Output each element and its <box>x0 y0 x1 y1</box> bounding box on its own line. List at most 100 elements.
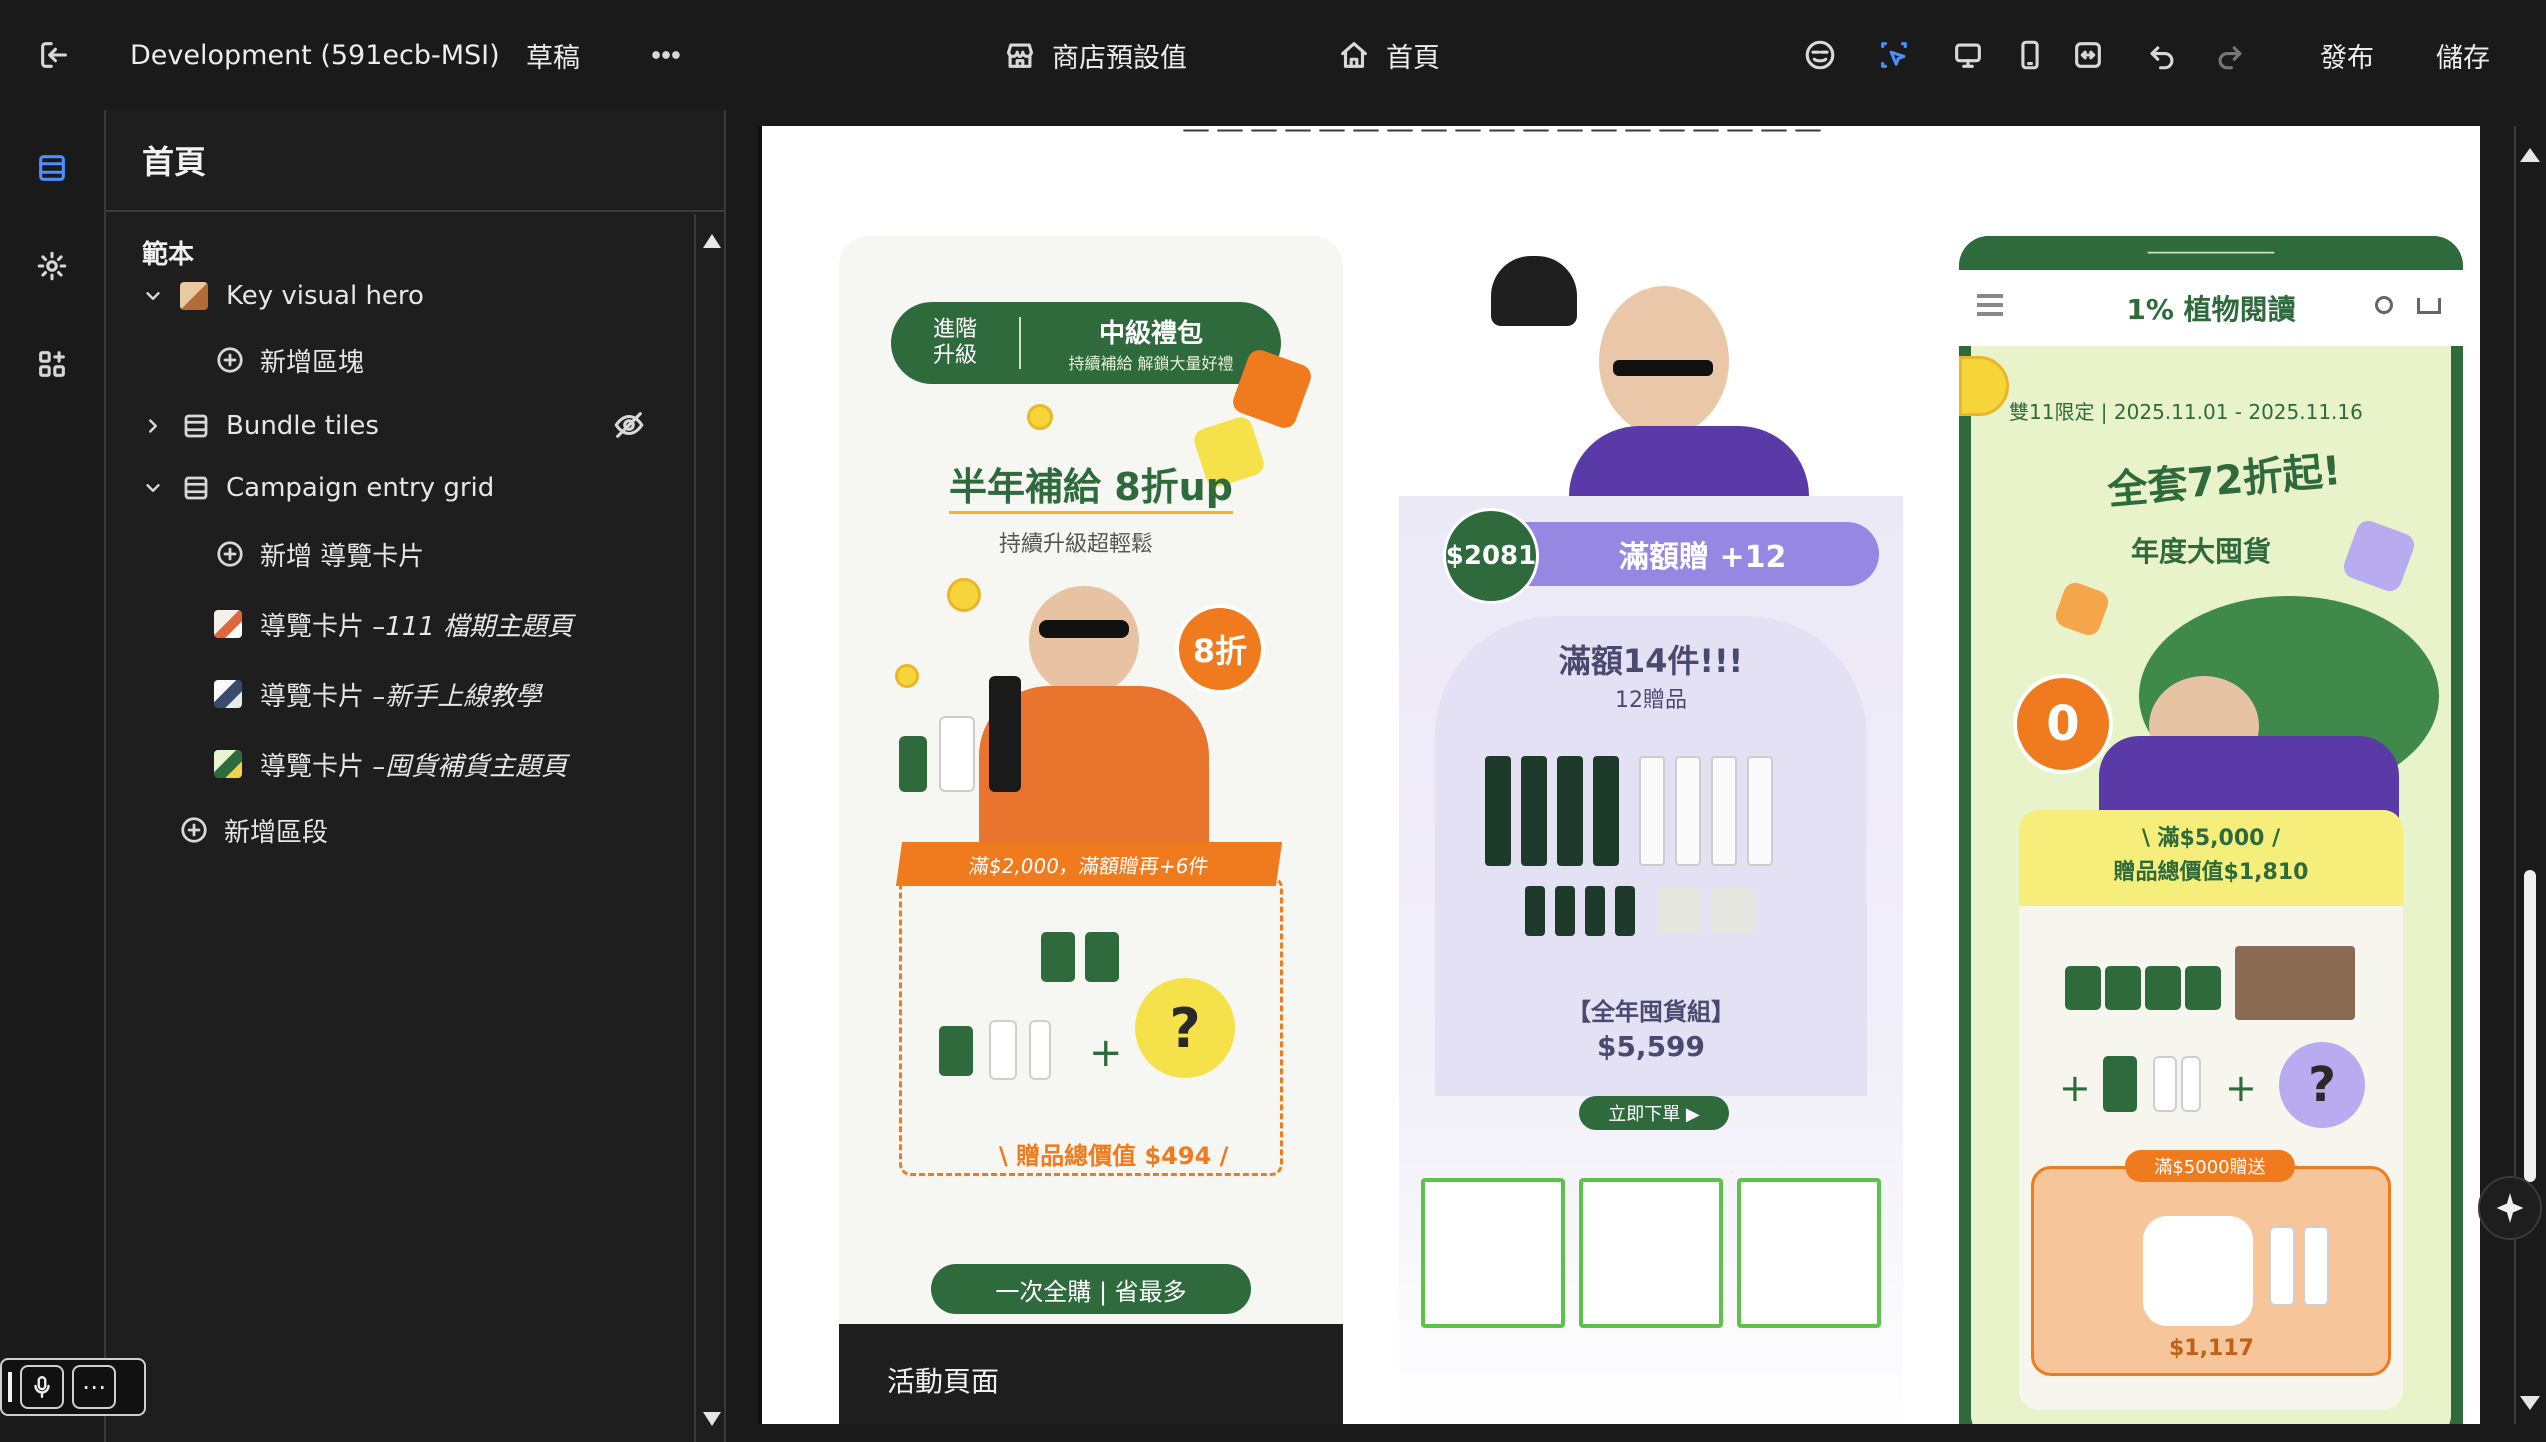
product-bottle <box>1747 756 1773 866</box>
section-icon <box>180 410 212 442</box>
sidebar-title: 首頁 <box>142 143 207 181</box>
desktop-icon <box>1948 35 1988 75</box>
sidebar-scrollbar[interactable] <box>694 214 726 1442</box>
product-pack <box>1657 888 1701 934</box>
gift-appliance <box>2143 1216 2253 1326</box>
status-text: 草稿 <box>526 42 580 74</box>
chevron-down-icon[interactable] <box>138 281 168 311</box>
redo-button[interactable] <box>2210 35 2250 75</box>
card1-cta[interactable]: 一次全購 | 省最多 <box>931 1264 1251 1314</box>
product-bottle <box>1615 886 1635 936</box>
tree-item-nav-card-111[interactable]: 導覽卡片 – 111 檔期主題頁 <box>214 598 573 650</box>
discount-badge: 8折 <box>1175 604 1265 694</box>
save-button[interactable]: 儲存 <box>2436 35 2490 75</box>
settings-tab[interactable] <box>30 244 74 288</box>
desktop-view-button[interactable] <box>1948 35 1988 75</box>
mystery-gift: ? <box>1135 978 1235 1078</box>
sunglasses <box>1039 620 1129 638</box>
product-bottle <box>1711 756 1737 866</box>
status-badge: 草稿 <box>526 35 580 75</box>
bundle-tile <box>1579 1178 1723 1328</box>
tree-item-bundle-tiles[interactable]: Bundle tiles <box>138 400 698 452</box>
preview-canvas[interactable]: ——————————————————— 進階 升級 中級禮包 持續補給 解鎖大量… <box>758 126 2480 1424</box>
inspector-button[interactable] <box>1800 35 1840 75</box>
tree-item-label: 新手上線教學 <box>385 681 542 712</box>
gift-pack <box>1085 932 1119 982</box>
product-bottle <box>1593 756 1619 866</box>
more-menu-button[interactable] <box>646 35 686 75</box>
bonus-price: $1,117 <box>2169 1336 2254 1361</box>
tree-item-label: 新增區塊 <box>260 347 365 378</box>
chevron-right-icon[interactable] <box>138 411 168 441</box>
product-bottle <box>899 736 927 792</box>
save-label: 儲存 <box>2436 42 2490 74</box>
microphone-button[interactable] <box>20 1365 64 1409</box>
exit-button[interactable] <box>34 35 74 75</box>
card3-gift-header: \ 滿$5,000 / 贈品總價值$1,810 <box>2019 810 2403 906</box>
card1-caption-text: 活動頁面 <box>887 1365 1000 1398</box>
tree-item-key-visual-hero[interactable]: Key visual hero <box>138 270 424 322</box>
campaign-card-1[interactable]: 進階 升級 中級禮包 持續補給 解鎖大量好禮 半年補給 8折up 持續升級超輕鬆… <box>839 236 1343 1424</box>
redo-icon <box>2210 35 2250 75</box>
model-head <box>1029 586 1139 696</box>
mobile-view-button[interactable] <box>2010 35 2050 75</box>
bundle-tile <box>1421 1178 1565 1328</box>
voice-toolbar: ⋯ <box>0 1358 146 1416</box>
card2-coin: $2081 <box>1443 508 1539 604</box>
icon-rail <box>0 110 104 1442</box>
toolbar-more-button[interactable]: ⋯ <box>72 1365 116 1409</box>
fullscreen-button[interactable] <box>2068 35 2108 75</box>
store-icon <box>1000 35 1040 75</box>
zero-badge: 0 <box>2013 674 2113 774</box>
search-icon[interactable] <box>2375 296 2393 314</box>
select-tool-button[interactable] <box>1874 35 1914 75</box>
scroll-down-arrow-icon[interactable] <box>703 1412 721 1426</box>
coin-icon <box>1027 404 1053 430</box>
card2-cta[interactable]: 立即下單 ▶ <box>1579 1096 1729 1130</box>
preview-pane: ——————————————————— 進階 升級 中級禮包 持續補給 解鎖大量… <box>726 110 2546 1442</box>
publish-button[interactable]: 發布 <box>2320 35 2374 75</box>
add-section-button[interactable]: 新增區段 <box>178 804 328 856</box>
card3-subheadline: 年度大囤貨 <box>2131 535 2272 568</box>
template-heading: 範本 <box>142 240 195 270</box>
section-thumbnail <box>180 282 208 310</box>
sections-tab[interactable] <box>30 146 74 190</box>
scroll-up-arrow-icon[interactable] <box>2520 148 2540 162</box>
gift-threshold: \ 滿$5,000 / <box>2141 826 2281 851</box>
gift-bottle <box>2153 1056 2177 1112</box>
clipped-heading: ——————————————————— <box>1182 126 2082 142</box>
ai-assistant-button[interactable] <box>2478 1176 2542 1240</box>
hamburger-icon[interactable] <box>1977 294 2003 298</box>
gift-pack <box>2185 966 2221 1010</box>
campaign-card-3[interactable]: ━━━━━━━━━━━━━━━━━━━━━ 1% 植物閱讀 雙11限定 | 20… <box>1959 236 2463 1424</box>
text-cursor <box>8 1372 12 1402</box>
cart-icon[interactable] <box>2417 298 2441 314</box>
section-icon <box>180 472 212 504</box>
sparkle-icon <box>2496 1193 2524 1223</box>
product-bottle <box>1639 756 1665 866</box>
exit-icon <box>34 35 74 75</box>
chevron-down-icon[interactable] <box>138 473 168 503</box>
campaign-card-2[interactable]: 滿額贈 +12 $2081 滿額14件!!! 12贈品 【全年囤貨組】 $5,5… <box>1399 236 1903 1424</box>
gift-bottle <box>2269 1226 2295 1306</box>
product-bottle <box>1675 756 1701 866</box>
scroll-thumb[interactable] <box>2524 870 2536 1182</box>
tree-item-prefix: 導覽卡片 – <box>260 751 386 782</box>
product-bottle <box>1557 756 1583 866</box>
add-block-button[interactable]: 新增區塊 <box>214 334 364 386</box>
tree-item-label: 新增 導覽卡片 <box>260 541 425 572</box>
announcement-bar: ━━━━━━━━━━━━━━━━━━━━━ <box>1959 236 2463 270</box>
add-nav-card-button[interactable]: 新增 導覽卡片 <box>214 528 424 580</box>
theme-selector[interactable]: 商店預設值 <box>1000 35 1187 75</box>
apps-tab[interactable] <box>30 342 74 386</box>
tree-item-nav-card-restock[interactable]: 導覽卡片 – 囤貨補貨主題頁 <box>214 738 567 790</box>
gift-pack <box>2103 1056 2137 1112</box>
scroll-down-arrow-icon[interactable] <box>2520 1396 2540 1410</box>
eye-off-icon[interactable] <box>612 408 648 444</box>
page-selector[interactable]: 首頁 <box>1334 35 1440 75</box>
tree-item-nav-card-onboarding[interactable]: 導覽卡片 – 新手上線教學 <box>214 668 541 720</box>
undo-button[interactable] <box>2142 35 2182 75</box>
scroll-up-arrow-icon[interactable] <box>703 234 721 248</box>
gift-pack <box>1041 932 1075 982</box>
tree-item-campaign-entry-grid[interactable]: Campaign entry grid <box>138 462 494 514</box>
